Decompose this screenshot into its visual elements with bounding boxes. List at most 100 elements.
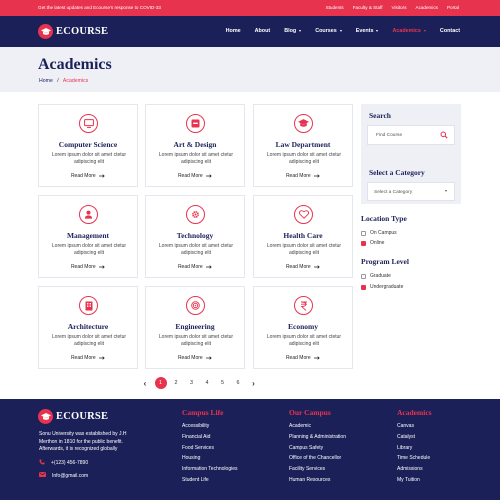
- card-title[interactable]: Management: [39, 231, 137, 240]
- footer-link[interactable]: Human Resources: [289, 477, 346, 488]
- nav-item-contact[interactable]: Contact: [440, 28, 460, 34]
- top-link-students[interactable]: Students: [326, 5, 344, 10]
- footer-column-academics: Academics Canvas Catalyst Library Time Sched…: [397, 408, 432, 488]
- page-2[interactable]: 2: [170, 377, 182, 389]
- read-more-link[interactable]: Read More: [146, 264, 244, 270]
- card-title[interactable]: Architecture: [39, 322, 137, 331]
- checkbox[interactable]: [361, 273, 366, 279]
- read-more-link[interactable]: Read More: [39, 264, 137, 270]
- announcement-text[interactable]: Get the latest updates and Ecourse's res…: [38, 5, 161, 10]
- search-input[interactable]: Find Course: [367, 125, 455, 145]
- footer-link[interactable]: Financial Aid: [182, 434, 238, 445]
- footer-link[interactable]: Food Services: [182, 445, 238, 456]
- nav-item-home[interactable]: Home: [226, 28, 241, 34]
- footer-link[interactable]: Planning & Administration: [289, 434, 346, 445]
- read-more-link[interactable]: Read More: [254, 264, 352, 270]
- department-card[interactable]: Management Lorem ipsum dolor sit amet cte…: [38, 195, 138, 278]
- card-title[interactable]: Law Department: [254, 140, 352, 149]
- next-page-icon[interactable]: ›: [248, 377, 260, 389]
- footer-email[interactable]: Info@gmail.com: [39, 472, 88, 479]
- checkbox[interactable]: [361, 230, 366, 236]
- checkbox-online[interactable]: Online: [361, 240, 384, 246]
- site-logo[interactable]: ECOURSE: [38, 24, 108, 39]
- department-card[interactable]: Engineering Lorem ipsum dolor sit amet ct…: [145, 286, 245, 369]
- card-title[interactable]: Economy: [254, 322, 352, 331]
- read-more-label: Read More: [70, 264, 96, 270]
- department-card[interactable]: Art & Design Lorem ipsum dolor sit amet c…: [145, 104, 245, 187]
- checkbox-label: On Campus: [370, 230, 397, 236]
- search-placeholder: Find Course: [376, 133, 403, 138]
- footer-link[interactable]: My Tuition: [397, 477, 432, 488]
- nav-item-courses[interactable]: Courses: [315, 28, 342, 34]
- footer-link[interactable]: Time Schedule: [397, 455, 432, 466]
- footer-link[interactable]: Canvas: [397, 423, 432, 434]
- footer-link[interactable]: Housing: [182, 455, 238, 466]
- email-address: Info@gmail.com: [52, 472, 89, 479]
- department-card[interactable]: Economy Lorem ipsum dolor sit amet ctetur…: [253, 286, 353, 369]
- palette-icon: [186, 114, 205, 133]
- read-more-label: Read More: [285, 264, 311, 270]
- footer-phone[interactable]: +(123) 456-7890: [39, 459, 88, 467]
- footer-link[interactable]: Information Technologies: [182, 466, 238, 477]
- read-more-link[interactable]: Read More: [146, 173, 244, 179]
- target-icon: [186, 296, 205, 315]
- footer-link[interactable]: Accessibility: [182, 423, 238, 434]
- top-link-portal[interactable]: Portal: [447, 5, 459, 10]
- read-more-link[interactable]: Read More: [254, 173, 352, 179]
- chevron-down-icon: [299, 29, 302, 32]
- page-5[interactable]: 5: [217, 377, 229, 389]
- checkbox-checked[interactable]: [361, 240, 366, 246]
- search-title: Search: [369, 111, 391, 120]
- card-title[interactable]: Computer Science: [39, 140, 137, 149]
- footer-logo-text: ECOURSE: [56, 411, 109, 422]
- nav-item-blog[interactable]: Blog: [284, 28, 302, 34]
- checkbox-undergraduate[interactable]: Undergraduate: [361, 284, 403, 290]
- top-link-faculty[interactable]: Faculty & Staff: [353, 5, 383, 10]
- page-4[interactable]: 4: [201, 377, 213, 389]
- department-card[interactable]: Architecture Lorem ipsum dolor sit amet c…: [38, 286, 138, 369]
- department-card[interactable]: Health Care Lorem ipsum dolor sit amet ct…: [253, 195, 353, 278]
- search-icon[interactable]: [440, 131, 448, 141]
- read-more-link[interactable]: Read More: [39, 173, 137, 179]
- chevron-down-icon: [376, 29, 379, 32]
- checkbox-checked[interactable]: [361, 284, 366, 290]
- card-title[interactable]: Art & Design: [146, 140, 244, 149]
- footer-logo[interactable]: ECOURSE: [38, 409, 108, 424]
- category-select[interactable]: Select a Category: [367, 182, 455, 201]
- footer-link[interactable]: Campus Safety: [289, 445, 346, 456]
- top-link-academics[interactable]: Academics: [416, 5, 438, 10]
- footer-link[interactable]: Library: [397, 445, 432, 456]
- arrow-right-icon: [96, 264, 105, 270]
- page-1[interactable]: 1: [154, 377, 167, 389]
- department-card[interactable]: Computer Science Lorem ipsum dolor sit am…: [38, 104, 138, 187]
- footer-link[interactable]: Student Life: [182, 477, 238, 488]
- top-announcement-bar: Get the latest updates and Ecourse's res…: [0, 0, 500, 16]
- footer-link[interactable]: Admissions: [397, 466, 432, 477]
- page-title: Academics: [38, 56, 112, 73]
- footer-link[interactable]: Catalyst: [397, 434, 432, 445]
- checkbox-graduate[interactable]: Graduate: [361, 273, 391, 279]
- card-title[interactable]: Engineering: [146, 322, 244, 331]
- top-link-visitors[interactable]: Visitors: [392, 5, 407, 10]
- page-3[interactable]: 3: [186, 377, 198, 389]
- footer-link[interactable]: Academic: [289, 423, 346, 434]
- read-more-link[interactable]: Read More: [146, 355, 244, 361]
- prev-page-icon[interactable]: ‹: [139, 377, 151, 389]
- footer-link[interactable]: Office of the Chancellor: [289, 455, 346, 466]
- breadcrumb-home[interactable]: Home: [39, 78, 53, 84]
- nav-item-academics[interactable]: Academics: [392, 28, 426, 34]
- department-card[interactable]: Technology Lorem ipsum dolor sit amet cte…: [145, 195, 245, 278]
- card-description: Lorem ipsum dolor sit amet ctetur adipis…: [51, 243, 127, 256]
- card-title[interactable]: Technology: [146, 231, 244, 240]
- read-more-link[interactable]: Read More: [254, 355, 352, 361]
- read-more-link[interactable]: Read More: [39, 355, 137, 361]
- department-card[interactable]: Law Department Lorem ipsum dolor sit amet…: [253, 104, 353, 187]
- page-6[interactable]: 6: [232, 377, 244, 389]
- nav-item-events[interactable]: Events: [356, 28, 379, 34]
- nav-item-about[interactable]: About: [255, 28, 271, 34]
- card-title[interactable]: Health Care: [254, 231, 352, 240]
- footer-link[interactable]: Facility Services: [289, 466, 346, 477]
- footer-column-title: Our Campus: [289, 408, 331, 417]
- checkbox-on-campus[interactable]: On Campus: [361, 230, 397, 236]
- gear-icon: [186, 205, 205, 224]
